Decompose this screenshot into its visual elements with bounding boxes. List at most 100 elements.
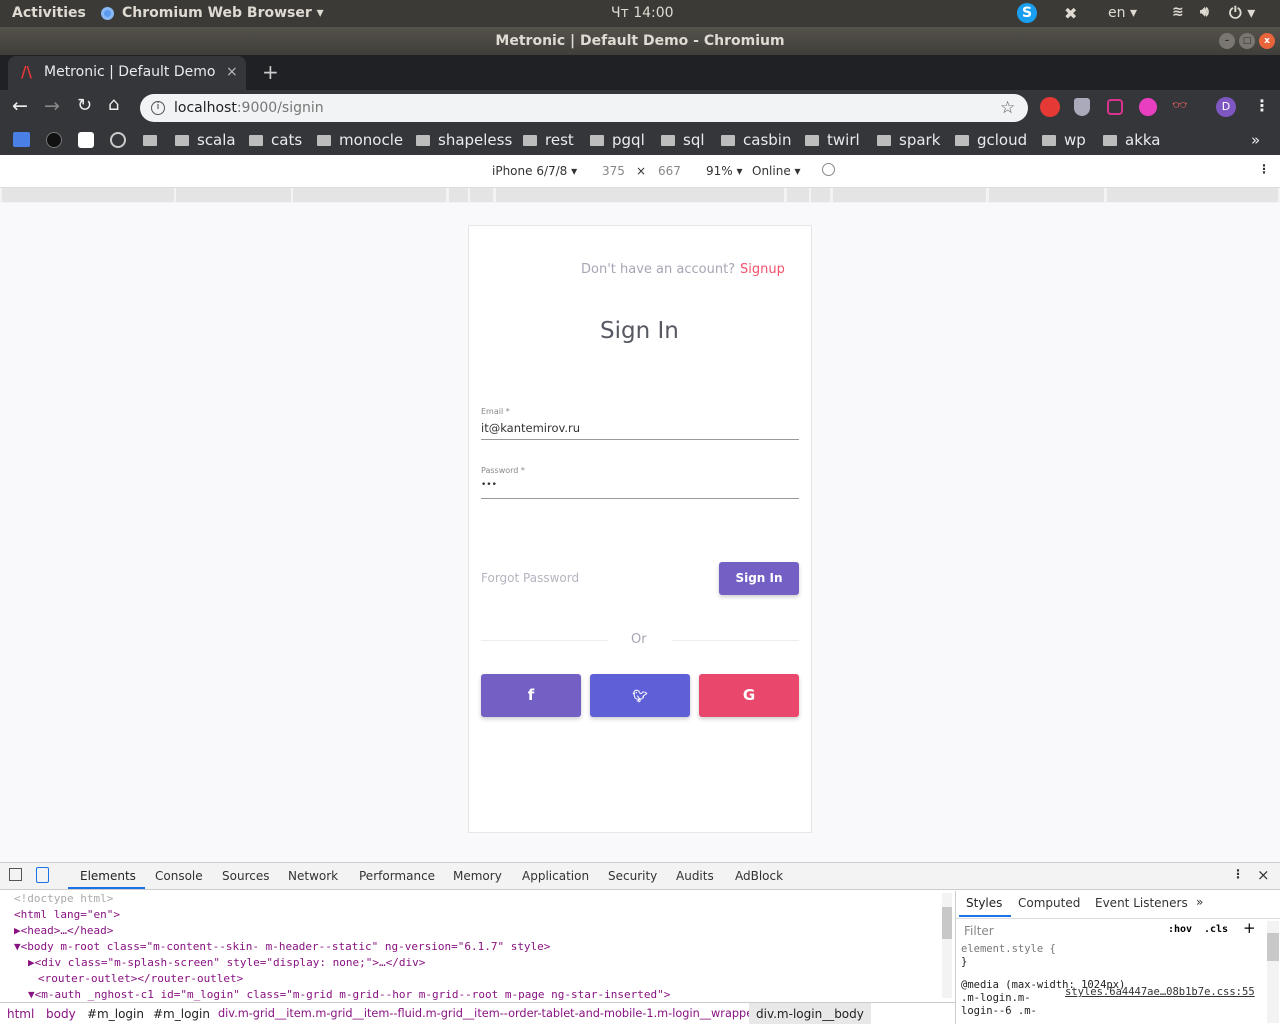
breadcrumb-item-selected[interactable]: div.m-login__body [749, 1003, 871, 1024]
dom-line[interactable]: <router-outlet></router-outlet> [0, 971, 940, 987]
language-menu[interactable]: en ▾ [1108, 5, 1137, 21]
bookmark-folder[interactable]: spark [877, 131, 940, 149]
close-tab-icon[interactable]: × [226, 56, 238, 89]
tab-elements[interactable]: Elements [80, 869, 136, 883]
devtools-menu-icon[interactable]: ⋮ [1232, 867, 1244, 881]
media-query-segment[interactable] [989, 188, 1104, 202]
tab-network[interactable]: Network [288, 869, 338, 883]
signup-link[interactable]: Signup [740, 262, 785, 277]
bookmark-folder[interactable]: casbin [721, 131, 791, 149]
bookmark-folder[interactable]: akka [1103, 131, 1161, 149]
password-field[interactable]: ••• [481, 480, 497, 490]
wordpress-icon[interactable] [110, 132, 126, 148]
tab-event-listeners[interactable]: Event Listeners [1095, 896, 1188, 910]
forgot-password-link[interactable]: Forgot Password [481, 571, 579, 585]
bookmark-star-icon[interactable]: ☆ [1000, 94, 1015, 122]
tab-security[interactable]: Security [608, 869, 657, 883]
height-input[interactable]: 667 [658, 164, 681, 178]
bookmark-folder[interactable]: scala [175, 131, 236, 149]
breadcrumb-item[interactable]: html [7, 1007, 34, 1021]
adblock-icon[interactable] [1040, 97, 1060, 117]
styles-scrollbar[interactable] [1267, 921, 1279, 1023]
dom-line[interactable]: ▶<div class="m-splash-screen" style="dis… [0, 955, 940, 971]
media-query-segment[interactable] [811, 188, 830, 202]
more-tabs-button[interactable]: » [1196, 895, 1203, 909]
media-query-segment[interactable] [1107, 188, 1278, 202]
tab-computed[interactable]: Computed [1018, 896, 1080, 910]
tab-console[interactable]: Console [155, 869, 203, 883]
power-icon[interactable]: ⏻ ▾ [1229, 3, 1255, 23]
tab-sources[interactable]: Sources [222, 869, 269, 883]
width-input[interactable]: 375 [602, 164, 625, 178]
wifi-icon[interactable]: ≋ [1172, 4, 1184, 20]
twitter-login-button[interactable]: 🐦︎ [590, 674, 690, 717]
dom-line[interactable]: <!doctype html> [0, 891, 940, 907]
tab-audits[interactable]: Audits [676, 869, 714, 883]
minimize-button[interactable]: – [1219, 33, 1235, 49]
clock[interactable]: Чт 14:00 [611, 5, 674, 21]
media-query-segment[interactable] [449, 188, 468, 202]
google-login-button[interactable]: G [699, 674, 799, 717]
device-toggle-icon[interactable] [36, 867, 49, 883]
spy-extension-icon[interactable]: 👓︎ [1172, 98, 1187, 112]
play-icon[interactable] [78, 132, 94, 148]
new-tab-button[interactable]: + [262, 60, 279, 84]
media-query-segment[interactable] [787, 188, 809, 202]
media-query-segment[interactable] [833, 188, 986, 202]
activities-button[interactable]: Activities [12, 5, 86, 21]
tab-styles[interactable]: Styles [966, 896, 1002, 910]
dom-scrollbar[interactable] [942, 893, 952, 998]
bookmark-folder[interactable]: twirl [805, 131, 860, 149]
app-menu[interactable]: Chromium Web Browser ▾ [122, 5, 324, 21]
bookmark-folder[interactable]: shapeless [416, 131, 512, 149]
address-bar[interactable]: i localhost:9000/signin ☆ [140, 94, 1028, 122]
email-field[interactable]: it@kantemirov.ru [481, 421, 580, 435]
close-window-button[interactable]: x [1259, 33, 1275, 49]
dom-line[interactable]: ▼<body m-root class="m-content--skin- m-… [0, 939, 940, 955]
style-source-link[interactable]: styles.6a4447ae…08b1b7e.css:55 [1065, 986, 1255, 999]
profile-avatar[interactable]: D [1216, 97, 1236, 117]
tab-memory[interactable]: Memory [453, 869, 502, 883]
device-select[interactable]: iPhone 6/7/8 ▾ [492, 164, 577, 178]
media-query-segment[interactable] [2, 188, 174, 202]
device-toolbar-menu-icon[interactable]: ⋮ [1258, 162, 1270, 176]
home-button[interactable]: ⌂ [108, 94, 119, 115]
media-query-segment[interactable] [293, 188, 446, 202]
facebook-login-button[interactable]: f [481, 674, 581, 717]
dom-line[interactable]: ▼<m-auth _nghost-c1 id="m_login" class="… [0, 987, 940, 1003]
devtools-close-icon[interactable]: × [1257, 866, 1270, 884]
bookmark-folder[interactable]: cats [249, 131, 302, 149]
browser-tab[interactable]: /\ Metronic | Default Demo × [8, 56, 246, 90]
tab-adblock[interactable]: AdBlock [735, 869, 783, 883]
inspect-element-icon[interactable] [9, 868, 22, 881]
network-select[interactable]: Online ▾ [752, 164, 801, 178]
sign-in-button[interactable]: Sign In [719, 562, 799, 595]
bookmark-folder[interactable]: sql [661, 131, 705, 149]
google-translate-icon[interactable] [13, 132, 30, 147]
tab-performance[interactable]: Performance [359, 869, 435, 883]
media-query-segment[interactable] [470, 188, 493, 202]
info-icon[interactable]: i [151, 101, 165, 115]
media-query-segment[interactable] [496, 188, 784, 202]
media-query-segment[interactable] [176, 188, 291, 202]
bookmark-folder[interactable]: wp [1042, 131, 1086, 149]
bookmark-folder[interactable]: rest [523, 131, 574, 149]
cls-toggle[interactable]: .cls [1204, 924, 1228, 935]
browser-menu-icon[interactable]: ⋮ [1254, 96, 1270, 115]
breadcrumb-item[interactable]: body [46, 1007, 76, 1021]
back-button[interactable]: ← [12, 95, 28, 117]
volume-icon[interactable]: 🔊︎ [1200, 4, 1209, 20]
tab-application[interactable]: Application [522, 869, 589, 883]
lock-extension-icon[interactable] [1139, 98, 1157, 116]
folder-icon[interactable] [143, 135, 157, 146]
zoom-select[interactable]: 91% ▾ [706, 164, 743, 178]
reload-button[interactable]: ↻ [77, 95, 92, 116]
rotate-icon[interactable] [822, 163, 835, 176]
github-icon[interactable] [46, 132, 62, 148]
dom-line[interactable]: ▶<head>…</head> [0, 923, 940, 939]
shield-extension-icon[interactable] [1074, 98, 1090, 116]
breadcrumb-item[interactable]: div.m-grid__item.m-grid__item--fluid.m-g… [218, 1007, 758, 1020]
bookmarks-overflow-button[interactable]: » [1251, 131, 1260, 149]
instagram-icon[interactable] [1107, 99, 1123, 115]
new-rule-button[interactable]: + [1243, 919, 1256, 937]
